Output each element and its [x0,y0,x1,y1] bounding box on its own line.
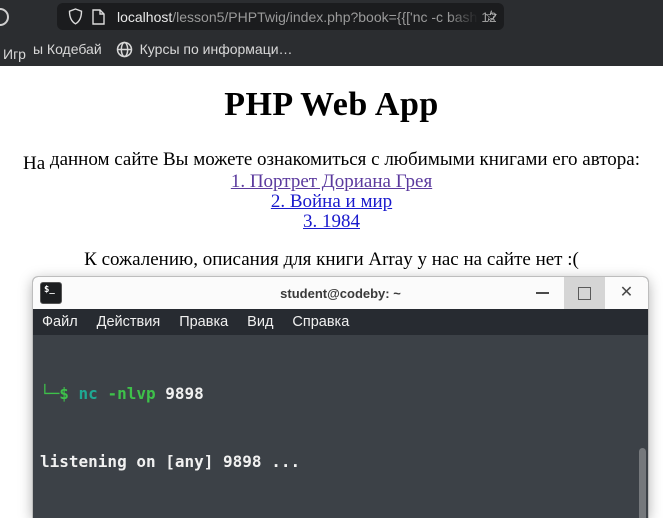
list-item: 1. Портрет Дориана Грея [0,172,663,192]
bookmark-label-prefix: Игр [3,46,26,62]
menu-help[interactable]: Справка [292,314,349,330]
page-info-icon[interactable] [88,7,108,27]
browser-toolbar: localhost/lesson5/PHPTwig/index.php?book… [0,0,663,32]
bookmark-item-kodebay[interactable]: Игр ы Кодебай [3,41,102,62]
book-link-1984[interactable]: 3. 1984 [303,211,360,232]
maximize-button[interactable] [564,277,605,309]
window-controls: ✕ [521,277,648,309]
shell-prompt: └─$ [40,384,69,403]
minimize-icon [536,292,549,294]
close-icon: ✕ [619,284,634,301]
terminal-app-icon: $_ [40,282,62,304]
maximize-icon [578,286,591,300]
book-link-dorian-gray[interactable]: 1. Портрет Дориана Грея [231,171,432,192]
intro-first-word: На [23,153,46,174]
intro-rest: данном сайте Вы можете ознакомиться с лю… [45,149,640,170]
bookmark-item-courses[interactable]: Курсы по информаци… [116,41,293,58]
page-title: PHP Web App [224,86,439,123]
command-options: -nlvp [97,384,156,403]
list-item: 3. 1984 [0,212,663,232]
bookmark-label: ы Кодебай [32,41,102,57]
menu-actions[interactable]: Действия [97,314,161,330]
bookmark-label: Курсы по информаци… [139,41,293,57]
terminal-window: $_ student@codeby: ~ ✕ Файл Действия Пра… [33,277,648,518]
globe-icon [116,41,133,58]
url-text: localhost/lesson5/PHPTwig/index.php?book… [117,9,496,25]
terminal-line: listening on [any] 9898 ... [40,451,301,471]
clipped-toolbar-icon [0,8,9,26]
book-link-war-and-peace[interactable]: 2. Война и мир [271,191,392,212]
browser-chrome: localhost/lesson5/PHPTwig/index.php?book… [0,0,663,66]
terminal-prompt-line: └─$ nc -nlvp 9898 [40,383,648,406]
menu-file[interactable]: Файл [42,314,78,330]
url-fade [448,3,478,30]
list-item: 2. Война и мир [0,192,663,212]
menu-view[interactable]: Вид [247,314,273,330]
bookmarks-bar: Игр ы Кодебай Курсы по информаци… [0,32,663,66]
menu-edit[interactable]: Правка [179,314,228,330]
minimize-button[interactable] [521,277,564,309]
terminal-output[interactable]: └─$ nc -nlvp 9898 listening on [any] 989… [33,335,648,518]
shield-icon[interactable] [65,7,85,27]
close-button[interactable]: ✕ [605,277,648,309]
no-description-message: К сожалению, описания для книги Array у … [84,249,579,270]
terminal-titlebar[interactable]: $_ student@codeby: ~ ✕ [33,277,648,309]
url-bar[interactable]: localhost/lesson5/PHPTwig/index.php?book… [57,3,504,30]
command-argument: 9898 [155,384,204,403]
url-host: localhost [117,8,173,25]
intro-text: На данном сайте Вы можете ознакомиться с… [0,149,663,174]
bookmark-star-icon[interactable]: ☆ [485,6,498,27]
command-name: nc [68,384,98,403]
terminal-scrollbar-thumb[interactable] [639,448,646,518]
book-list: 1. Портрет Дориана Грея 2. Война и мир 3… [0,172,663,232]
terminal-menubar: Файл Действия Правка Вид Справка [33,309,648,335]
